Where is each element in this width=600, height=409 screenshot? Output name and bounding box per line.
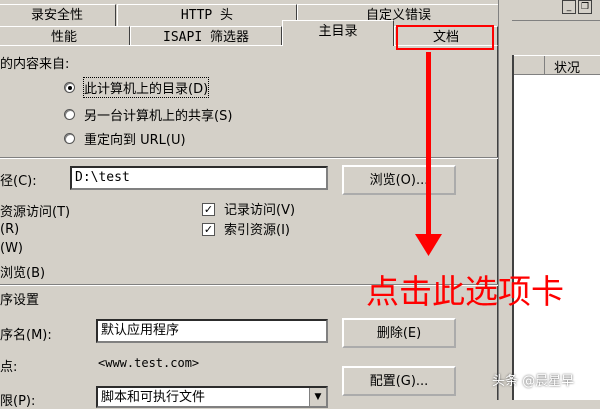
remove-button[interactable]: 删除(E) bbox=[342, 318, 456, 348]
browse-button[interactable]: 浏览(O)... bbox=[342, 165, 456, 195]
tab-label: ISAPI 筛选器 bbox=[163, 30, 249, 45]
radio-redirect-url-label: 重定向到 URL(U) bbox=[84, 133, 186, 148]
radio-network-share[interactable] bbox=[64, 109, 75, 120]
tab-label: 录安全性 bbox=[30, 8, 83, 23]
toolbar-line bbox=[512, 20, 600, 21]
local-path-input[interactable]: D:\test bbox=[70, 166, 328, 190]
perm-directory-browsing: 浏览(B) bbox=[0, 266, 46, 281]
index-resource-label: 索引资源(I) bbox=[224, 223, 290, 238]
content-source-label: 的内容来自: bbox=[0, 57, 70, 72]
window-divider bbox=[498, 0, 513, 400]
execute-permissions-value: 脚本和可执行文件 bbox=[101, 390, 206, 405]
tab-home-directory[interactable]: 主目录 bbox=[282, 20, 394, 46]
arrow-down-icon bbox=[415, 234, 442, 256]
annotation-text: 点击此选项卡 bbox=[366, 272, 564, 311]
radio-local-directory[interactable] bbox=[64, 82, 75, 93]
radio-redirect-url[interactable] bbox=[64, 133, 75, 144]
tab-directory-security[interactable]: 录安全性 bbox=[0, 4, 116, 26]
tab-label: 主目录 bbox=[318, 24, 358, 39]
checkmark-icon: ✓ bbox=[203, 203, 214, 216]
index-resource-checkbox[interactable]: ✓ bbox=[202, 223, 215, 236]
divider bbox=[0, 157, 498, 159]
perm-script-source-access: 资源访问(T) bbox=[0, 205, 71, 220]
status-column-header[interactable]: 状况 bbox=[514, 55, 600, 76]
start-point-value: <www.test.com> bbox=[98, 356, 200, 370]
radio-network-share-label: 另一台计算机上的共享(S) bbox=[84, 109, 233, 124]
status-list[interactable] bbox=[512, 55, 600, 400]
perm-write: (W) bbox=[0, 241, 23, 256]
start-point-label: 点: bbox=[0, 360, 18, 375]
perm-read: (R) bbox=[0, 222, 20, 237]
restore-icon[interactable]: ❐ bbox=[578, 0, 592, 14]
column-header-label: 状况 bbox=[554, 61, 581, 76]
execute-permissions-select[interactable]: 脚本和可执行文件 ▼ bbox=[96, 386, 328, 408]
log-visits-label: 记录访问(V) bbox=[224, 203, 296, 218]
app-name-label: 序名(M): bbox=[0, 328, 52, 343]
watermark: 头条 @晨星早 bbox=[492, 374, 575, 389]
highlight-box bbox=[396, 25, 494, 50]
dropdown-arrow-icon[interactable]: ▼ bbox=[309, 388, 326, 406]
tab-http-headers[interactable]: HTTP 头 bbox=[117, 4, 297, 26]
app-settings-section-label: 序设置 bbox=[0, 293, 40, 308]
app-name-input[interactable]: 默认应用程序 bbox=[96, 319, 328, 343]
local-path-label: 径(C): bbox=[0, 174, 37, 189]
tab-label: 性能 bbox=[50, 30, 77, 45]
minimize-icon[interactable]: _ bbox=[562, 0, 576, 14]
tab-label: HTTP 头 bbox=[180, 8, 234, 23]
config-button[interactable]: 配置(G)... bbox=[342, 366, 456, 396]
log-visits-checkbox[interactable]: ✓ bbox=[202, 203, 215, 216]
checkmark-icon: ✓ bbox=[203, 223, 214, 236]
radio-local-directory-label: 此计算机上的目录(D) bbox=[82, 77, 210, 98]
annotation-arrow-shaft bbox=[426, 52, 431, 240]
